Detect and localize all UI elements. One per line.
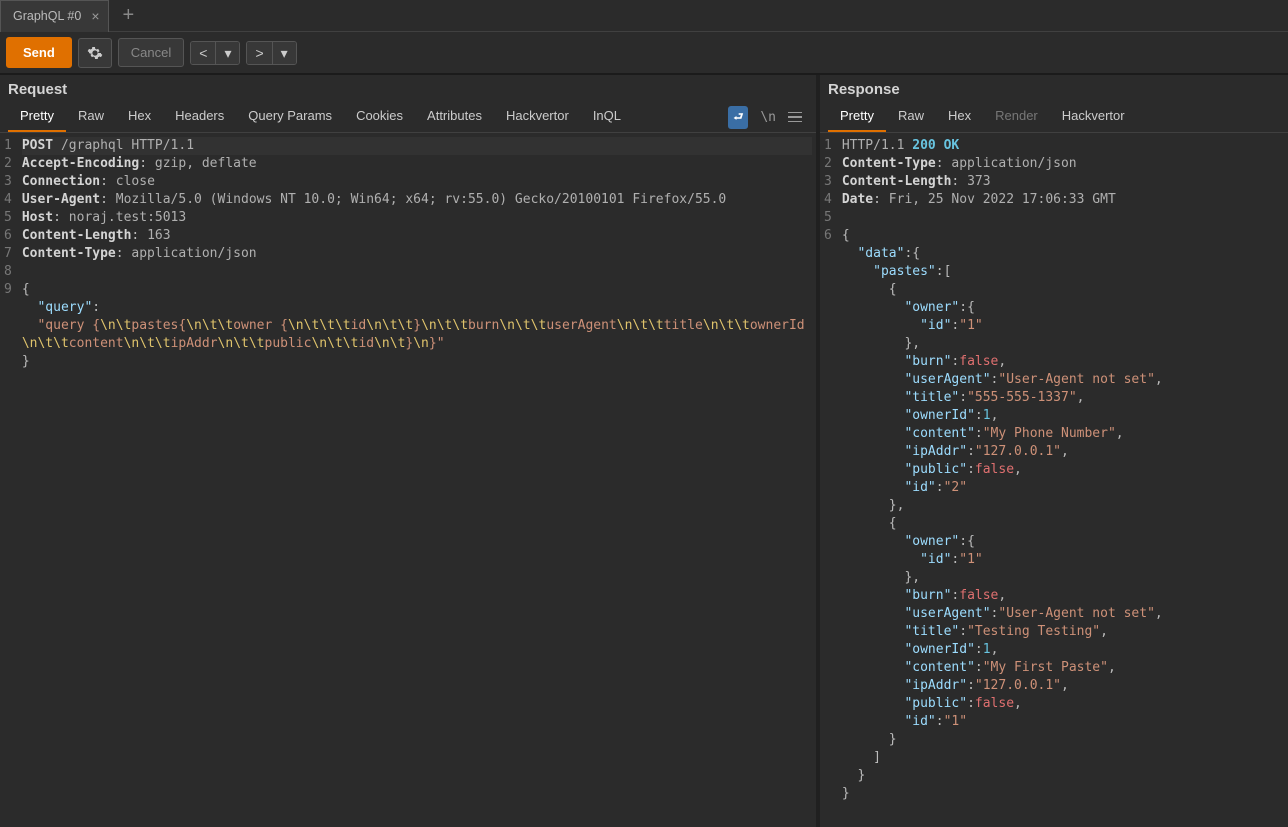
repeater-tab[interactable]: GraphQL #0 × [0, 0, 109, 32]
request-title: Request [8, 81, 67, 98]
request-code[interactable]: POST /graphql HTTP/1.1Accept-Encoding: g… [18, 133, 816, 827]
tab-raw[interactable]: Raw [66, 102, 116, 132]
response-code[interactable]: HTTP/1.1 200 OKContent-Type: application… [838, 133, 1288, 827]
response-pane: Response PrettyRawHexRenderHackvertor 12… [820, 75, 1288, 827]
tab-raw[interactable]: Raw [886, 102, 936, 132]
wrap-toggle-icon[interactable]: ⮐ [728, 106, 748, 129]
tab-query-params[interactable]: Query Params [236, 102, 344, 132]
history-back-group: < ▾ [190, 41, 240, 65]
history-forward-button[interactable]: > [247, 42, 272, 64]
tab-title: GraphQL #0 [13, 9, 81, 23]
tab-bar: GraphQL #0 × + [0, 0, 1288, 32]
response-view-tabs: PrettyRawHexRenderHackvertor [820, 102, 1288, 133]
history-forward-group: > ▾ [246, 41, 296, 65]
hamburger-icon[interactable] [788, 112, 802, 123]
add-tab-button[interactable]: + [117, 4, 141, 27]
tab-render[interactable]: Render [983, 102, 1050, 132]
tab-hackvertor[interactable]: Hackvertor [1050, 102, 1137, 132]
tab-hackvertor[interactable]: Hackvertor [494, 102, 581, 132]
cancel-button[interactable]: Cancel [118, 38, 184, 67]
gear-icon [87, 45, 103, 61]
request-gutter: 123456789 [0, 133, 18, 827]
settings-button[interactable] [78, 38, 112, 68]
request-editor[interactable]: 123456789 POST /graphql HTTP/1.1Accept-E… [0, 133, 816, 827]
history-back-button[interactable]: < [191, 42, 216, 64]
toolbar: Send Cancel < ▾ > ▾ [0, 32, 1288, 75]
tab-attributes[interactable]: Attributes [415, 102, 494, 132]
tab-cookies[interactable]: Cookies [344, 102, 415, 132]
tab-headers[interactable]: Headers [163, 102, 236, 132]
tab-inql[interactable]: InQL [581, 102, 633, 132]
tab-hex[interactable]: Hex [116, 102, 163, 132]
response-gutter: 123456 [820, 133, 838, 827]
history-back-dropdown[interactable]: ▾ [216, 42, 239, 64]
response-editor[interactable]: 123456 HTTP/1.1 200 OKContent-Type: appl… [820, 133, 1288, 827]
request-pane: Request PrettyRawHexHeadersQuery ParamsC… [0, 75, 820, 827]
history-forward-dropdown[interactable]: ▾ [273, 42, 296, 64]
response-title: Response [828, 81, 900, 98]
tab-pretty[interactable]: Pretty [828, 102, 886, 132]
tab-hex[interactable]: Hex [936, 102, 983, 132]
close-icon[interactable]: × [91, 8, 99, 24]
tab-pretty[interactable]: Pretty [8, 102, 66, 132]
send-button[interactable]: Send [6, 37, 72, 68]
newline-toggle-icon[interactable]: \n [760, 110, 776, 125]
request-view-tabs: PrettyRawHexHeadersQuery ParamsCookiesAt… [0, 102, 816, 133]
panes: Request PrettyRawHexHeadersQuery ParamsC… [0, 75, 1288, 827]
